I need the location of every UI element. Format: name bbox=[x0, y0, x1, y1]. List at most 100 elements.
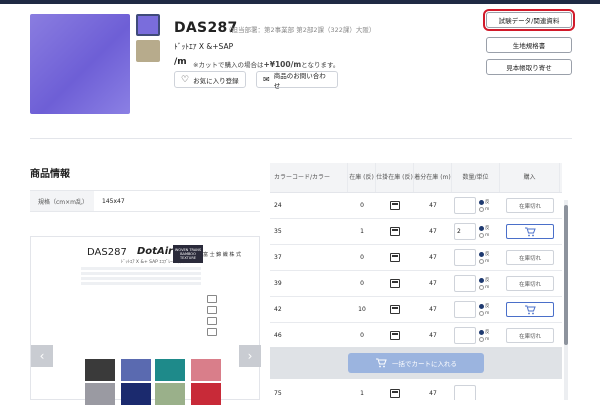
calendar-icon[interactable] bbox=[390, 253, 400, 262]
col-color: カラーコード/カラー bbox=[270, 163, 348, 192]
col-qty: 数量/単位 bbox=[452, 163, 500, 192]
row-length: 47 bbox=[429, 202, 437, 209]
quantity-input[interactable] bbox=[454, 301, 476, 318]
radio-meter[interactable] bbox=[479, 207, 484, 212]
swatch-chip bbox=[155, 359, 185, 381]
favorite-label: お気に入り登録 bbox=[193, 76, 239, 85]
radio-meter-label: m bbox=[485, 311, 490, 316]
calendar-icon[interactable] bbox=[390, 279, 400, 288]
quantity-input[interactable] bbox=[454, 197, 476, 214]
radio-meter[interactable] bbox=[479, 233, 484, 238]
radio-roll-label: 反 bbox=[485, 226, 490, 231]
tag-brand: DotAir bbox=[137, 246, 174, 257]
row-stock: 0 bbox=[360, 202, 364, 209]
bulk-add-to-cart-button[interactable]: 一括でカートに入れる bbox=[348, 353, 484, 373]
col-length: 着分在庫 (m) bbox=[414, 163, 452, 192]
contact-button[interactable]: ✉ 商品のお問い合わせ bbox=[256, 71, 338, 90]
radio-roll-label: 反 bbox=[485, 330, 490, 335]
quantity-input[interactable]: 2 bbox=[454, 223, 476, 240]
swatch-chip bbox=[191, 359, 221, 381]
thumbnail-purple[interactable] bbox=[136, 14, 160, 36]
add-to-cart-button[interactable] bbox=[506, 302, 554, 317]
sold-out-button: 在庫切れ bbox=[506, 276, 554, 291]
spec-sheet-button[interactable]: 生地規格書 bbox=[486, 37, 572, 53]
department-label: （担当部署：第2事業部 第2部2課（322課）大阪） bbox=[225, 26, 376, 34]
row-color: 39 bbox=[274, 280, 282, 287]
row-length: 47 bbox=[429, 332, 437, 339]
row-length: 47 bbox=[429, 306, 437, 313]
radio-roll[interactable] bbox=[479, 277, 484, 283]
swatch-chip bbox=[85, 359, 115, 381]
row-color: 35 bbox=[274, 228, 282, 235]
bulk-add-label: 一括でカートに入れる bbox=[392, 360, 457, 368]
calendar-icon[interactable] bbox=[390, 389, 400, 398]
swatch-chip bbox=[191, 383, 221, 405]
radio-roll[interactable] bbox=[479, 329, 484, 335]
sold-out-button: 在庫切れ bbox=[506, 328, 554, 343]
favorite-button[interactable]: ♡ お気に入り登録 bbox=[174, 71, 246, 88]
row-stock: 1 bbox=[360, 228, 364, 235]
spec-row: 規格（cm×m乱） 145x47 bbox=[30, 190, 260, 212]
quantity-input[interactable] bbox=[454, 327, 476, 344]
prev-arrow-icon[interactable]: ‹ bbox=[31, 345, 53, 367]
table-row: 35 1 47 2 反m bbox=[270, 219, 562, 245]
row-length: 47 bbox=[429, 390, 437, 397]
radio-roll[interactable] bbox=[479, 251, 484, 257]
thumbnail-beige[interactable] bbox=[136, 40, 160, 62]
bulk-add-bar: 一括でカートに入れる bbox=[270, 347, 562, 379]
row-stock: 10 bbox=[358, 306, 366, 313]
next-arrow-icon[interactable]: › bbox=[239, 345, 261, 367]
care-icons bbox=[207, 295, 217, 339]
cut-note: ※カットで購入の場合は+¥100/mとなります。 bbox=[193, 59, 339, 69]
radio-meter[interactable] bbox=[479, 337, 484, 342]
radio-meter-label: m bbox=[485, 233, 490, 238]
table-row: 37 0 47 反m 在庫切れ bbox=[270, 245, 562, 271]
row-length: 47 bbox=[429, 254, 437, 261]
row-color: 24 bbox=[274, 202, 282, 209]
row-length: 47 bbox=[429, 280, 437, 287]
radio-roll[interactable] bbox=[479, 303, 484, 309]
cart-icon bbox=[525, 305, 536, 314]
radio-roll-label: 反 bbox=[485, 252, 490, 257]
radio-meter[interactable] bbox=[479, 259, 484, 264]
cart-icon bbox=[525, 227, 536, 236]
tag-badge: WOVEN TRANS BAMBOO TEXTURE bbox=[173, 245, 203, 263]
table-row: 39 0 47 反m 在庫切れ bbox=[270, 271, 562, 297]
tag-stamp: 富 士 錦 織 株 式 bbox=[203, 252, 241, 258]
radio-meter-label: m bbox=[485, 285, 490, 290]
radio-roll[interactable] bbox=[479, 225, 484, 231]
table-row: 46 0 47 反m 在庫切れ bbox=[270, 323, 562, 349]
calendar-icon[interactable] bbox=[390, 331, 400, 340]
tag-code: DAS287 bbox=[87, 247, 127, 258]
test-data-button[interactable]: 試験データ/関連資料 bbox=[483, 9, 575, 31]
table-scrollbar-thumb[interactable] bbox=[564, 205, 568, 345]
radio-roll[interactable] bbox=[479, 199, 484, 205]
spec-key: 規格（cm×m乱） bbox=[30, 191, 94, 211]
top-bar bbox=[0, 0, 600, 4]
radio-meter[interactable] bbox=[479, 285, 484, 290]
row-stock: 1 bbox=[360, 390, 364, 397]
add-to-cart-button[interactable] bbox=[506, 224, 554, 239]
calendar-icon[interactable] bbox=[390, 227, 400, 236]
radio-meter[interactable] bbox=[479, 311, 484, 316]
quantity-input[interactable] bbox=[454, 249, 476, 266]
sample-order-button[interactable]: 見本帳取り寄せ bbox=[486, 59, 572, 75]
unit-label: /m bbox=[174, 57, 187, 67]
row-stock: 0 bbox=[360, 254, 364, 261]
col-schedule: 仕掛在庫 (反) bbox=[376, 163, 414, 192]
spec-value: 145x47 bbox=[102, 197, 125, 205]
quantity-input[interactable] bbox=[454, 275, 476, 292]
radio-meter-label: m bbox=[485, 207, 490, 212]
row-stock: 0 bbox=[360, 280, 364, 287]
quantity-input[interactable] bbox=[454, 385, 476, 400]
calendar-icon[interactable] bbox=[390, 201, 400, 210]
product-main-image[interactable] bbox=[30, 14, 130, 114]
row-color: 46 bbox=[274, 332, 282, 339]
swatch-chip bbox=[155, 383, 185, 405]
product-tag-image: DAS287 DotAir ﾄﾞｯﾄｴｱ X &+ SAP ｴｺﾌﾞﾚｰﾄ･ﾌｧ… bbox=[30, 236, 261, 405]
swatch-chip bbox=[121, 359, 151, 381]
calendar-icon[interactable] bbox=[390, 305, 400, 314]
swatch-chip bbox=[85, 383, 115, 405]
radio-roll-label: 反 bbox=[485, 200, 490, 205]
product-subtitle: ﾄﾞｯﾄｴｱ X &+SAP bbox=[174, 42, 234, 51]
